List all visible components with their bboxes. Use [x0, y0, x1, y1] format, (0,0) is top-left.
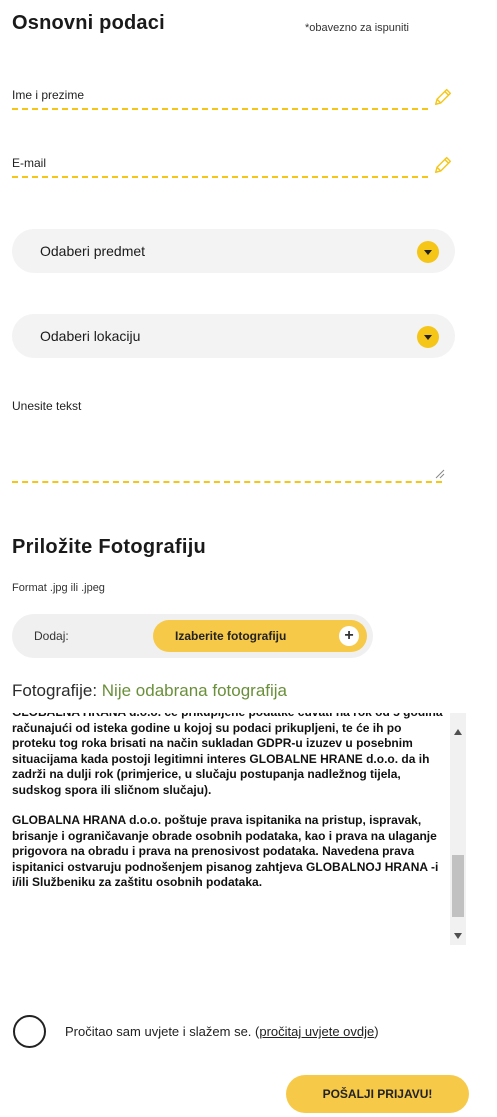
format-note: Format .jpg ili .jpeg: [12, 582, 105, 594]
scroll-up-arrow-icon[interactable]: [454, 729, 462, 735]
agree-text-label: Pročitao sam uvjete i slažem se. (: [65, 1024, 260, 1039]
name-field[interactable]: Ime i prezime: [12, 82, 474, 116]
plus-icon: +: [339, 626, 359, 646]
message-textarea-label: Unesite tekst: [12, 399, 82, 413]
terms-scrollbar[interactable]: [450, 713, 466, 945]
terms-text: GLOBALNA HRANA d.o.o. će prikupljene pod…: [12, 713, 444, 945]
pencil-icon[interactable]: [432, 154, 454, 176]
resize-handle-icon[interactable]: [433, 467, 445, 479]
email-field-underline: [12, 176, 428, 178]
agree-text-close: ): [374, 1024, 379, 1039]
terms-link[interactable]: pročitaj uvjete ovdje: [259, 1024, 374, 1039]
submit-button[interactable]: POŠALJI PRIJAVU!: [286, 1075, 469, 1113]
agree-text: Pročitao sam uvjete i slažem se. (pročit…: [65, 1024, 379, 1039]
upload-bar: Dodaj: Izaberite fotografiju +: [12, 614, 373, 658]
message-textarea-underline: [12, 481, 442, 483]
terms-paragraph-1: GLOBALNA HRANA d.o.o. će prikupljene pod…: [12, 713, 443, 797]
scroll-down-arrow-icon[interactable]: [454, 933, 462, 939]
email-field[interactable]: E-mail: [12, 150, 474, 184]
add-label: Dodaj:: [34, 629, 69, 643]
location-select[interactable]: Odaberi lokaciju: [12, 314, 455, 358]
photos-label: Fotografije:: [12, 681, 98, 700]
location-select-value: Odaberi lokaciju: [40, 328, 141, 344]
message-textarea[interactable]: Unesite tekst: [12, 395, 452, 487]
photos-status: Fotografije: Nije odabrana fotografija: [12, 681, 287, 701]
choose-photo-button-label: Izaberite fotografiju: [175, 629, 287, 643]
choose-photo-button[interactable]: Izaberite fotografiju +: [153, 620, 367, 652]
terms-box[interactable]: GLOBALNA HRANA d.o.o. će prikupljene pod…: [12, 713, 468, 945]
scrollbar-thumb[interactable]: [452, 855, 464, 917]
chevron-down-icon[interactable]: [417, 241, 439, 263]
name-field-underline: [12, 108, 428, 110]
subject-select-value: Odaberi predmet: [40, 243, 146, 259]
section-title-photo: Priložite Fotografiju: [12, 536, 207, 558]
subject-select[interactable]: Odaberi predmet: [12, 229, 455, 273]
email-field-label: E-mail: [12, 156, 47, 170]
photos-status-text: Nije odabrana fotografija: [101, 681, 288, 700]
agree-checkbox[interactable]: [13, 1015, 46, 1048]
terms-paragraph-2: GLOBALNA HRANA d.o.o. poštuje prava ispi…: [12, 813, 439, 889]
name-field-label: Ime i prezime: [12, 88, 85, 102]
section-title-basic: Osnovni podaci: [12, 12, 165, 34]
pencil-icon[interactable]: [432, 86, 454, 108]
required-note: *obavezno za ispuniti: [305, 22, 409, 34]
chevron-down-icon[interactable]: [417, 326, 439, 348]
